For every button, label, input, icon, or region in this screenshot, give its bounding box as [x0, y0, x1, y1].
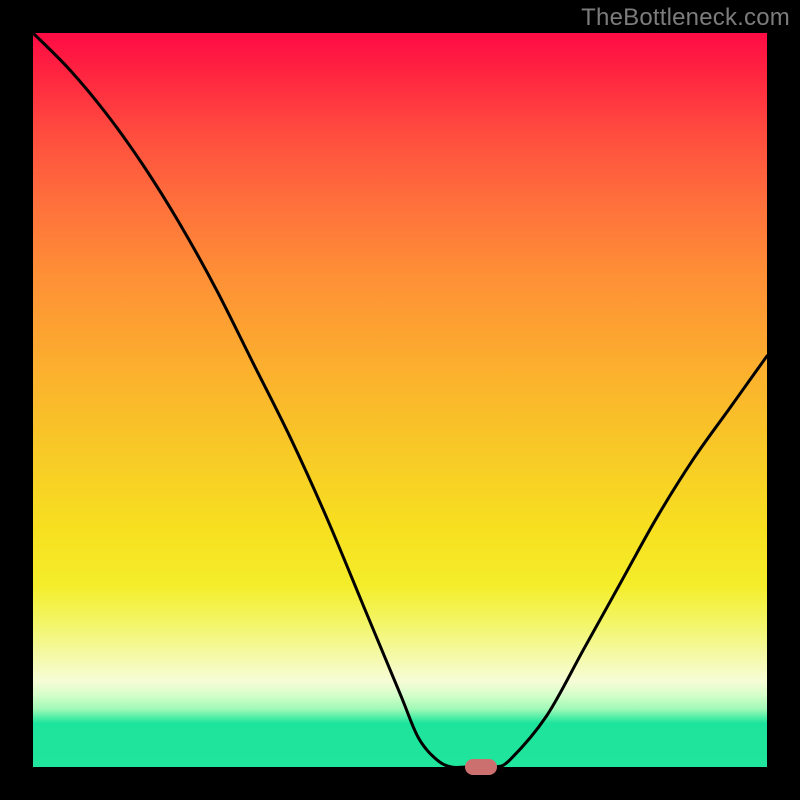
chart-frame: TheBottleneck.com	[0, 0, 800, 800]
optimum-marker	[465, 759, 497, 775]
watermark-label: TheBottleneck.com	[581, 4, 790, 32]
bottleneck-curve	[33, 33, 767, 767]
plot-area	[33, 33, 767, 767]
